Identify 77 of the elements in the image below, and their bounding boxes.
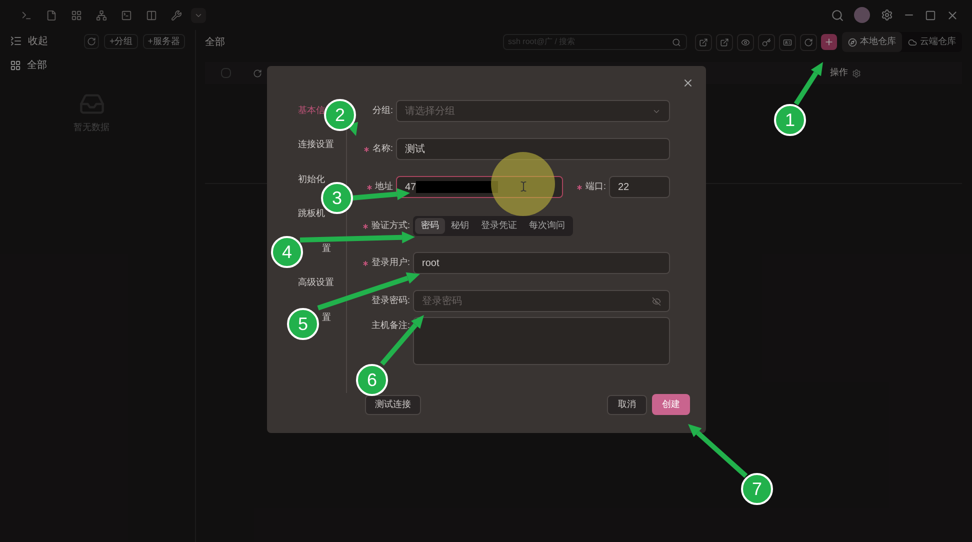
dialog-nav-item[interactable]: 高级设置 [298,276,334,290]
avatar[interactable] [854,7,870,23]
arrow [380,315,424,366]
search-icon[interactable] [831,8,844,22]
note-textarea[interactable] [413,317,670,365]
refresh-button[interactable] [84,34,100,48]
create-button[interactable]: 创建 [652,394,690,415]
terminal-icon[interactable] [21,10,32,20]
test-connection-button[interactable]: 测试连接 [365,394,421,414]
grid-icon[interactable] [71,10,82,20]
import-button[interactable] [716,34,733,50]
dialog-nav-item[interactable]: 置 [322,310,331,324]
refresh-icon [87,36,96,46]
cancel-button[interactable]: 取消 [607,394,647,414]
close-icon[interactable] [682,77,694,89]
dialog-nav-item[interactable]: 置 [322,242,331,256]
sidebar-item[interactable]: 全部 [10,55,47,75]
network-icon[interactable] [96,10,107,20]
card-icon [783,38,792,46]
more-dropdown[interactable] [191,8,206,22]
plus-icon [824,36,834,46]
columns-icon[interactable] [146,10,157,20]
auth-option[interactable]: 每次询问 [523,218,571,234]
eye-button[interactable] [737,34,754,50]
auth-option[interactable]: 登录凭证 [475,218,523,234]
numbered-callout: 7 [741,473,773,505]
refresh-icon [804,38,813,46]
refresh-icon[interactable] [253,68,262,78]
eye-off-icon[interactable] [652,296,661,306]
refresh-button[interactable] [800,34,817,50]
user-field[interactable]: root [413,252,670,274]
field-label: 登录密码: [371,294,410,308]
field-label: 名称: [372,142,393,156]
auth-option[interactable]: 秘钥 [445,218,475,234]
key-icon [762,38,771,46]
settings-icon[interactable] [852,68,861,78]
field-label: 地址 [375,180,393,194]
field-label: 登录用户: [371,256,410,270]
numbered-callout: 1 [774,104,806,136]
add-host-button[interactable] [821,34,837,50]
wrench-icon[interactable] [171,10,182,20]
export-button[interactable] [695,34,712,50]
auth-option[interactable]: 密码 [415,218,445,234]
column-header: 操作 [830,66,848,80]
arrow [688,424,748,478]
settings-icon[interactable] [881,9,893,21]
repo-tab[interactable]: 云端仓库 [902,32,962,52]
grid-icon [10,60,21,70]
field-label: 分组: [372,104,393,118]
field-label: 主机备注: [371,319,410,332]
import-icon [720,38,729,46]
arrow [794,62,823,106]
key-button[interactable] [758,34,775,50]
address-field[interactable]: 47 [396,176,563,198]
add-button[interactable]: +分组 [104,34,138,48]
export-icon [699,38,708,46]
select-all-checkbox[interactable] [221,68,231,78]
repo-tab[interactable]: 本地仓库 [842,32,902,52]
file-icon[interactable] [46,10,57,20]
name-field[interactable]: 测试 [396,138,670,160]
compass-icon [848,38,857,46]
collapse-icon[interactable] [10,35,22,47]
close-icon[interactable] [946,8,959,22]
search-icon[interactable] [672,38,681,46]
collapse-label[interactable]: 收起 [28,34,48,48]
add-button[interactable]: +服务器 [142,34,185,48]
maximize-icon[interactable] [925,10,936,20]
field-label: 端口: [585,180,606,194]
eye-icon [741,38,750,46]
terminal-window-icon[interactable] [121,10,132,20]
arrow [352,188,410,200]
field-label: 验证方式: [371,219,410,232]
card-button[interactable] [779,34,796,50]
dialog-nav-item[interactable]: 连接设置 [298,138,334,152]
cloud-icon [908,38,917,46]
page-title: 全部 [205,36,225,50]
port-field[interactable]: 22 [609,176,670,198]
